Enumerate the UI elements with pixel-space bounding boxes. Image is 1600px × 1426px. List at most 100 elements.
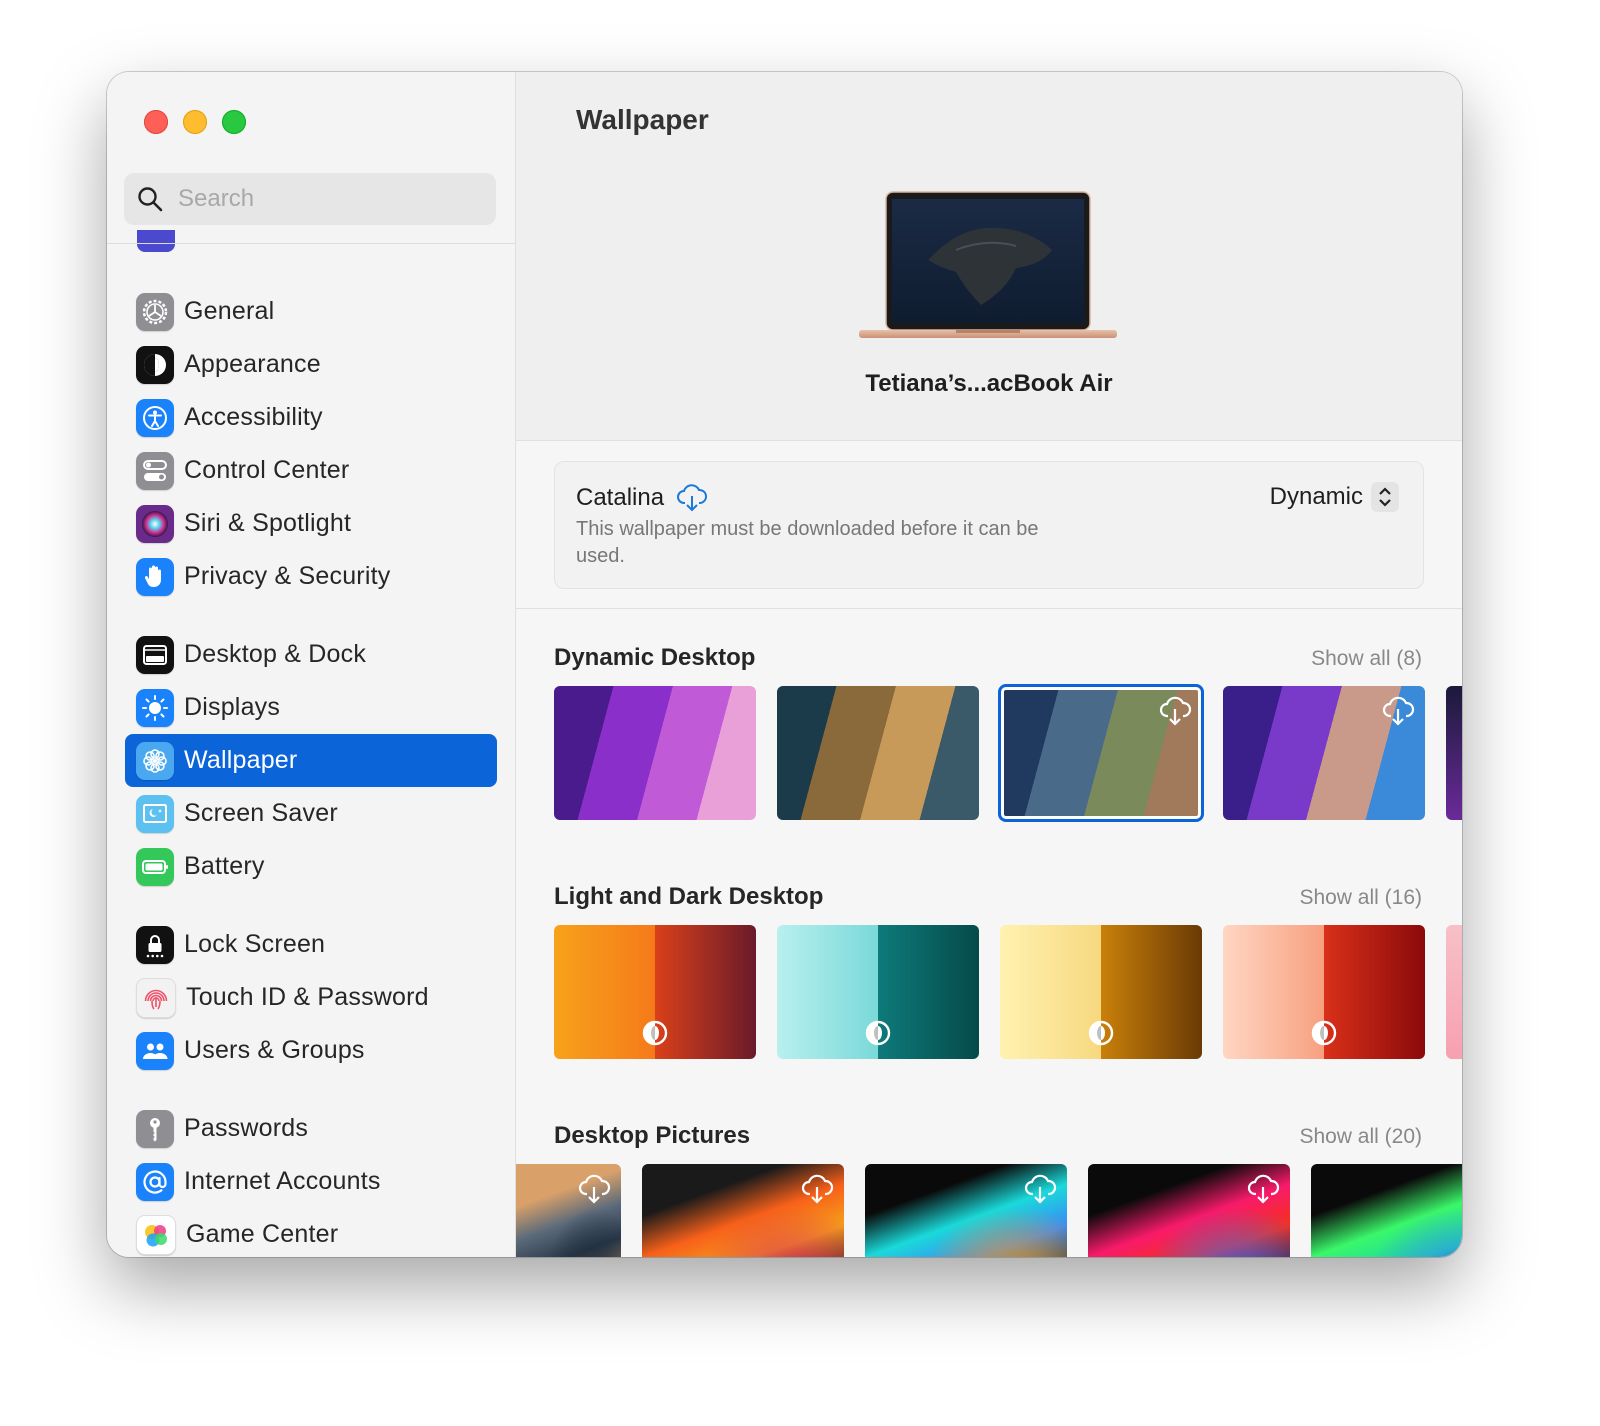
sidebar-item-control-center[interactable]: Control Center bbox=[125, 444, 497, 497]
cloud-download-icon[interactable] bbox=[676, 484, 708, 512]
sun-icon bbox=[136, 688, 174, 727]
wallpaper-thumbnail-partial[interactable] bbox=[1446, 686, 1462, 820]
mode-popup-button[interactable]: Dynamic bbox=[1270, 482, 1399, 512]
section-title: Light and Dark Desktop bbox=[554, 883, 824, 910]
current-wallpaper-name: Catalina bbox=[576, 484, 665, 511]
current-wallpaper-card: Catalina This wallpaper must be download… bbox=[554, 461, 1424, 589]
wallpaper-thumbnail[interactable] bbox=[554, 925, 756, 1059]
sidebar-item-wallpaper[interactable]: Wallpaper bbox=[125, 734, 497, 787]
sidebar-item-label: Wallpaper bbox=[184, 746, 298, 774]
sidebar-item-label: Displays bbox=[184, 693, 281, 721]
sidebar-divider bbox=[107, 243, 515, 244]
sidebar-item-label: Accessibility bbox=[184, 403, 323, 431]
sidebar-nav: General Appearance Accessibility Control Ce… bbox=[125, 285, 497, 1257]
sidebar-item-game-center[interactable]: Game Center bbox=[125, 1208, 497, 1257]
screen-saver-icon bbox=[136, 794, 174, 833]
sidebar-item-accessibility[interactable]: Accessibility bbox=[125, 391, 497, 444]
wallpaper-thumbnail[interactable] bbox=[642, 1164, 844, 1257]
wallpaper-thumbnail-partial[interactable] bbox=[1446, 925, 1462, 1059]
sidebar-item-label: Battery bbox=[184, 852, 265, 880]
main-pane: Wallpaper Tetiana’s...acBook Air Catalin… bbox=[516, 72, 1462, 1257]
sidebar-item-touch-id-password[interactable]: Touch ID & Password bbox=[125, 971, 497, 1024]
sidebar-item-label: Users & Groups bbox=[184, 1036, 365, 1064]
sidebar: General Appearance Accessibility Control Ce… bbox=[107, 72, 516, 1257]
game-center-icon bbox=[136, 1214, 176, 1255]
sidebar-item-lock-screen[interactable]: Lock Screen bbox=[125, 918, 497, 971]
wallpaper-thumbnail[interactable] bbox=[777, 925, 979, 1059]
sidebar-item-appearance[interactable]: Appearance bbox=[125, 338, 497, 391]
wallpaper-thumbnail[interactable] bbox=[516, 1164, 621, 1257]
wallpaper-thumbnail[interactable] bbox=[554, 686, 756, 820]
minimize-button[interactable] bbox=[183, 110, 207, 134]
download-required-message: This wallpaper must be downloaded before… bbox=[576, 518, 1039, 567]
cloud-download-icon bbox=[1158, 696, 1192, 726]
wallpaper-thumbnail[interactable] bbox=[1000, 925, 1202, 1059]
show-all-link[interactable]: Show all (20) bbox=[1299, 1125, 1422, 1149]
sidebar-item-general[interactable]: General bbox=[125, 285, 497, 338]
sidebar-item-label: Appearance bbox=[184, 350, 321, 378]
key-icon bbox=[136, 1109, 174, 1148]
sidebar-item-label: Lock Screen bbox=[184, 930, 326, 958]
section-divider bbox=[516, 608, 1462, 609]
sidebar-item-label: Screen Saver bbox=[184, 799, 338, 827]
device-preview: Wallpaper Tetiana’s...acBook Air bbox=[516, 72, 1462, 441]
wallpaper-thumbnail[interactable] bbox=[1311, 1164, 1462, 1257]
lock-icon bbox=[136, 925, 174, 964]
sidebar-item-label: Siri & Spotlight bbox=[184, 509, 352, 537]
section-title: Desktop Pictures bbox=[554, 1122, 751, 1149]
close-button[interactable] bbox=[144, 110, 168, 134]
cloud-download-icon bbox=[577, 1174, 611, 1204]
cloud-download-icon bbox=[1023, 1174, 1057, 1204]
cloud-download-icon bbox=[1246, 1174, 1280, 1204]
sidebar-item-label: Touch ID & Password bbox=[186, 983, 429, 1011]
control-center-icon bbox=[136, 451, 174, 490]
window-controls bbox=[144, 110, 246, 134]
battery-icon bbox=[136, 847, 174, 886]
sidebar-item-screen-saver[interactable]: Screen Saver bbox=[125, 787, 497, 840]
at-icon bbox=[136, 1162, 174, 1201]
light-dark-icon bbox=[1310, 1019, 1338, 1047]
search-icon bbox=[138, 187, 163, 212]
sidebar-item-label: Desktop & Dock bbox=[184, 640, 367, 668]
wallpaper-thumbnail[interactable] bbox=[1223, 686, 1425, 820]
wallpaper-thumbnail[interactable] bbox=[777, 686, 979, 820]
macbook-preview-image bbox=[859, 191, 1117, 338]
device-name: Tetiana’s...acBook Air bbox=[865, 370, 1113, 397]
sidebar-item-privacy-security[interactable]: Privacy & Security bbox=[125, 550, 497, 603]
sidebar-item-internet-accounts[interactable]: Internet Accounts bbox=[125, 1155, 497, 1208]
zoom-button[interactable] bbox=[222, 110, 246, 134]
appearance-icon bbox=[136, 345, 174, 384]
wallpaper-thumbnail[interactable] bbox=[1223, 925, 1425, 1059]
sidebar-item-battery[interactable]: Battery bbox=[125, 840, 497, 893]
search-input[interactable] bbox=[176, 184, 480, 214]
sidebar-item-label: General bbox=[184, 297, 275, 325]
light-dark-icon bbox=[864, 1019, 892, 1047]
sidebar-item-desktop-dock[interactable]: Desktop & Dock bbox=[125, 628, 497, 681]
cloud-download-icon bbox=[800, 1174, 834, 1204]
sidebar-item-label: Control Center bbox=[184, 456, 350, 484]
sidebar-item-users-groups[interactable]: Users & Groups bbox=[125, 1024, 497, 1077]
apple-id-icon-partial bbox=[137, 230, 175, 252]
section-title: Dynamic Desktop bbox=[554, 644, 756, 671]
system-settings-window: General Appearance Accessibility Control Ce… bbox=[107, 72, 1462, 1257]
light-dark-icon bbox=[641, 1019, 669, 1047]
wallpaper-thumbnail[interactable] bbox=[1088, 1164, 1290, 1257]
show-all-link[interactable]: Show all (16) bbox=[1299, 886, 1422, 910]
fingerprint-icon bbox=[136, 977, 176, 1018]
sidebar-item-displays[interactable]: Displays bbox=[125, 681, 497, 734]
page-title: Wallpaper bbox=[576, 104, 709, 135]
users-icon bbox=[136, 1031, 174, 1070]
wallpaper-thumbnails bbox=[516, 1164, 1462, 1257]
wallpaper-thumbnails bbox=[554, 684, 1462, 822]
sidebar-item-label: Privacy & Security bbox=[184, 562, 391, 590]
up-down-chevron-icon bbox=[1371, 482, 1399, 512]
cloud-download-icon bbox=[1381, 696, 1415, 726]
wallpaper-thumbnail[interactable] bbox=[998, 684, 1204, 822]
sidebar-item-passwords[interactable]: Passwords bbox=[125, 1102, 497, 1155]
flower-icon bbox=[136, 741, 174, 780]
wallpaper-thumbnail[interactable] bbox=[865, 1164, 1067, 1257]
search-field[interactable] bbox=[124, 173, 496, 225]
sidebar-item-siri-spotlight[interactable]: Siri & Spotlight bbox=[125, 497, 497, 550]
show-all-link[interactable]: Show all (8) bbox=[1311, 647, 1422, 671]
